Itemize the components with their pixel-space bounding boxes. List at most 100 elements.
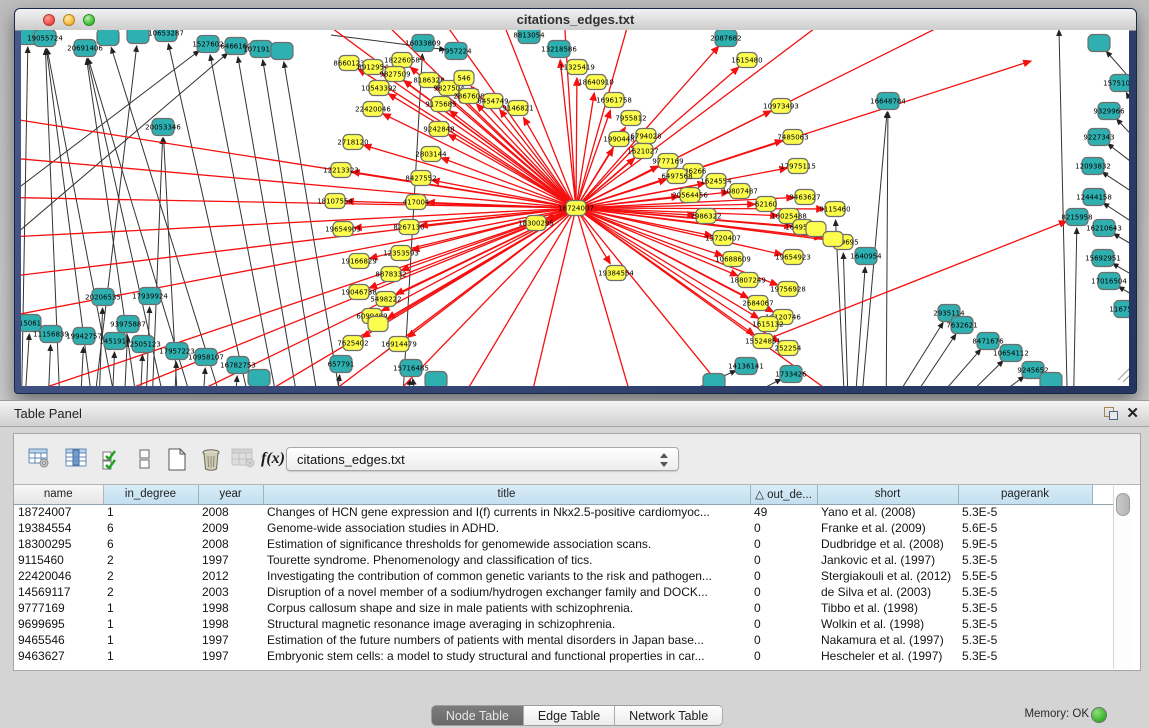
table-cell: 2 bbox=[103, 552, 198, 568]
float-window-icon[interactable] bbox=[1104, 407, 1118, 420]
graph-node-label: 19942757 bbox=[66, 333, 102, 341]
graph-node-label: 9827509 bbox=[379, 71, 410, 79]
table-cell: 0 bbox=[750, 568, 817, 584]
graph-node[interactable] bbox=[1088, 35, 1110, 52]
column-header-short[interactable]: short bbox=[817, 485, 958, 504]
graph-node-label: 18724007 bbox=[558, 205, 594, 213]
graph-edge bbox=[1073, 228, 1077, 386]
table-row[interactable]: 1830029562008Estimation of significance … bbox=[14, 536, 1113, 552]
graph-node-label: 19384554 bbox=[598, 270, 634, 278]
graph-edge bbox=[139, 355, 142, 386]
graph-node-label: 417004 bbox=[403, 199, 430, 207]
table-cell: Estimation of the future numbers of pati… bbox=[263, 632, 750, 648]
table-selector-dropdown[interactable]: citations_edges.txt bbox=[286, 447, 679, 471]
table-toolbar: f(x) citations_edges.txt bbox=[14, 434, 1140, 482]
graph-node[interactable] bbox=[248, 370, 270, 387]
graph-node-label: 1615132 bbox=[752, 321, 783, 329]
column-header-filler[interactable] bbox=[1092, 485, 1113, 504]
table-panel-body: f(x) citations_edges.txt namein_degreeye… bbox=[13, 433, 1141, 671]
function-builder-button[interactable]: f(x) bbox=[260, 446, 286, 472]
close-panel-icon[interactable]: ✕ bbox=[1126, 404, 1139, 422]
graph-node[interactable] bbox=[368, 317, 388, 332]
graph-node-label: 12093832 bbox=[1075, 163, 1111, 171]
graph-edge bbox=[1108, 144, 1129, 171]
table-cell: 5.3E-5 bbox=[958, 632, 1092, 648]
graph-node-label: 12444158 bbox=[1076, 194, 1112, 202]
table-row[interactable]: 1938455462009Genome-wide association stu… bbox=[14, 520, 1113, 536]
table-cell: 0 bbox=[750, 600, 817, 616]
table-row[interactable]: 977716911998Corpus callosum shape and si… bbox=[14, 600, 1113, 616]
graph-node-label: 7485063 bbox=[777, 134, 808, 142]
column-header-name[interactable]: name bbox=[14, 485, 103, 504]
graph-node[interactable] bbox=[127, 30, 149, 44]
graph-edge bbox=[111, 48, 231, 386]
table-cell: 5.3E-5 bbox=[958, 616, 1092, 632]
delete-attribute-button[interactable] bbox=[198, 446, 224, 472]
scrollbar-thumb[interactable] bbox=[1116, 493, 1130, 516]
table-cell: 2012 bbox=[198, 568, 263, 584]
graph-node-label: 10543392 bbox=[361, 85, 397, 93]
table-cell: 2009 bbox=[198, 520, 263, 536]
column-header-out_de[interactable]: △ out_de... bbox=[750, 485, 817, 504]
graph-node-label: 15720407 bbox=[705, 235, 741, 243]
graph-node-label: 20053346 bbox=[145, 124, 181, 132]
graph-edge bbox=[853, 267, 865, 386]
table-cell: 5.3E-5 bbox=[958, 600, 1092, 616]
graph-edge bbox=[886, 112, 888, 386]
table-cell: 18724007 bbox=[14, 504, 103, 520]
graph-node-label: 13218586 bbox=[541, 46, 577, 54]
graph-node-label: 12213323 bbox=[323, 167, 359, 175]
graph-edge bbox=[681, 379, 781, 386]
table-row[interactable]: 969969511998Structural magnetic resonanc… bbox=[14, 616, 1113, 632]
graph-node[interactable] bbox=[823, 232, 843, 247]
graph-node-label: 9175685 bbox=[425, 101, 456, 109]
vertical-scrollbar[interactable] bbox=[1113, 486, 1132, 669]
row-height-button[interactable] bbox=[132, 446, 158, 472]
window-titlebar: citations_edges.txt bbox=[15, 9, 1136, 31]
graph-node-label: 15751074 bbox=[1103, 80, 1129, 88]
graph-node-label: 18807249 bbox=[730, 277, 766, 285]
graph-node-label: 16782753 bbox=[220, 362, 256, 370]
table-cell: 49 bbox=[750, 504, 817, 520]
graph-node[interactable] bbox=[271, 43, 293, 60]
column-header-title[interactable]: title bbox=[263, 485, 750, 504]
graph-node-label: 9777169 bbox=[652, 158, 683, 166]
graph-node[interactable] bbox=[1040, 373, 1062, 387]
table-row[interactable]: 2242004622012Investigating the contribut… bbox=[14, 568, 1113, 584]
column-header-year[interactable]: year bbox=[198, 485, 263, 504]
table-row[interactable]: 946554611997Estimation of the future num… bbox=[14, 632, 1113, 648]
graph-node-label: 20206535 bbox=[85, 294, 121, 302]
network-canvas[interactable]: 1872400786601238912954182260589827509105… bbox=[21, 30, 1129, 386]
table-row[interactable]: 946362711997Embryonic stem cells: a mode… bbox=[14, 648, 1113, 664]
table-selector-value: citations_edges.txt bbox=[297, 452, 405, 467]
graph-node[interactable] bbox=[425, 372, 447, 387]
table-row[interactable]: 1456911722003Disruption of a novel membe… bbox=[14, 584, 1113, 600]
show-hide-columns-button[interactable] bbox=[63, 446, 89, 472]
table-cell: Embryonic stem cells: a model to study s… bbox=[263, 648, 750, 664]
graph-node[interactable] bbox=[97, 30, 119, 46]
column-header-pagerank[interactable]: pagerank bbox=[958, 485, 1092, 504]
graph-node-label: 1167533 bbox=[1109, 306, 1129, 314]
table-row[interactable]: 911546021997Tourette syndrome. Phenomeno… bbox=[14, 552, 1113, 568]
column-header-in_degree[interactable]: in_degree bbox=[103, 485, 198, 504]
table-cell: Yano et al. (2008) bbox=[817, 504, 958, 520]
import-table-icon[interactable] bbox=[230, 446, 256, 472]
graph-node-label: 19756928 bbox=[770, 286, 806, 294]
select-rows-button[interactable] bbox=[99, 446, 125, 472]
graph-node-label: 7632621 bbox=[946, 322, 977, 330]
table-cell: 2008 bbox=[198, 536, 263, 552]
status-bar: Memory: OK bbox=[0, 701, 1149, 728]
graph-node-label: 7986322 bbox=[690, 213, 721, 221]
graph-edge bbox=[576, 208, 641, 386]
resize-grip[interactable] bbox=[1118, 368, 1129, 382]
table-cell bbox=[1092, 616, 1113, 632]
table-cell: 5.5E-5 bbox=[958, 568, 1092, 584]
graph-node-label: 19654903 bbox=[325, 226, 361, 234]
modify-table-columns-button[interactable] bbox=[26, 446, 52, 472]
table-row[interactable]: 1872400712008Changes of HCN gene express… bbox=[14, 504, 1113, 520]
table-cell: 9465546 bbox=[14, 632, 103, 648]
graph-edge bbox=[1118, 287, 1129, 301]
create-new-attribute-button[interactable] bbox=[164, 446, 190, 472]
dropdown-arrows-icon bbox=[660, 452, 669, 468]
graph-node[interactable] bbox=[703, 374, 725, 387]
